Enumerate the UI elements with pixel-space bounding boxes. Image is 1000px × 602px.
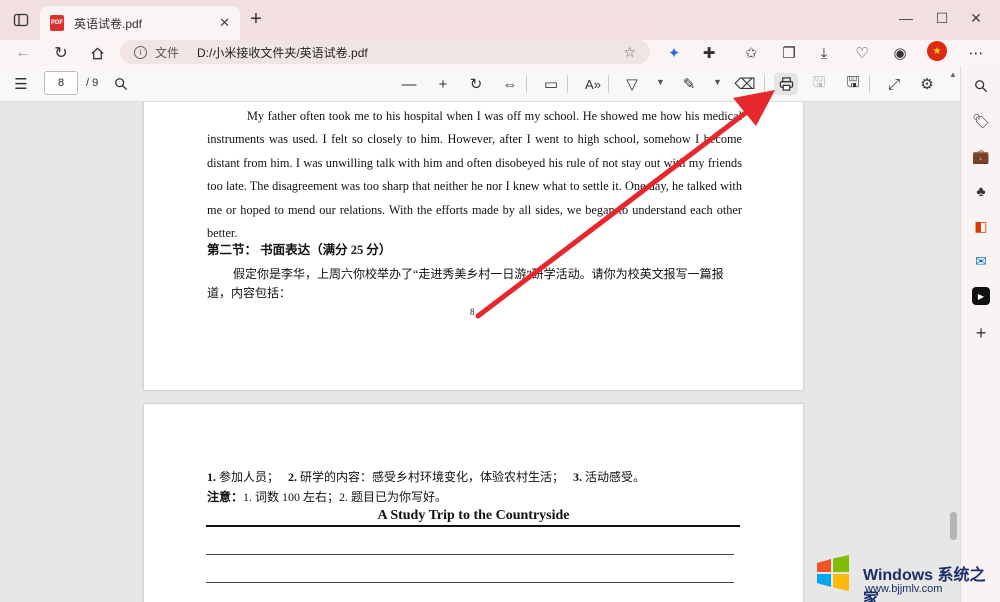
fullscreen-icon[interactable]: ⤢ bbox=[883, 74, 905, 94]
req-3-number: 3. bbox=[573, 470, 583, 484]
note-label: 注意： bbox=[207, 490, 244, 504]
info-icon[interactable]: i bbox=[134, 45, 147, 59]
save-icon[interactable]: 🖫 bbox=[808, 74, 830, 94]
tools-briefcase-icon[interactable]: 💼 bbox=[972, 147, 990, 165]
office-icon[interactable]: ◧ bbox=[972, 217, 990, 235]
pdf-page-8: My father often took me to his hospital … bbox=[144, 102, 803, 390]
minimize-icon[interactable]: — bbox=[896, 10, 916, 26]
pdf-icon: PDF bbox=[50, 15, 64, 31]
req-2-text: 研学的内容：感受乡村环境变化，体验农村生活； bbox=[297, 470, 565, 484]
read-aloud-icon[interactable]: A» bbox=[582, 74, 604, 94]
writing-line bbox=[206, 582, 734, 583]
home-icon[interactable] bbox=[86, 43, 108, 63]
site-label: 文件 bbox=[155, 45, 180, 60]
draw-dropdown-icon[interactable]: ▼ bbox=[713, 77, 722, 87]
extensions-puzzle-icon[interactable]: ✚ bbox=[698, 43, 720, 63]
windows-logo-icon bbox=[817, 555, 849, 591]
note-text: 1. 词数 100 左右；2. 题目已为你写好。 bbox=[243, 490, 448, 504]
title-underline bbox=[206, 525, 740, 527]
scroll-up-icon[interactable]: ▲ bbox=[949, 70, 957, 79]
address-bar-row: ← ↻ i 文件 D:/小米接收文件夹/英语试卷.pdf ☆ ✦ ✚ ✩ ❐ ⤓… bbox=[0, 40, 1000, 66]
essay-title: A Study Trip to the Countryside bbox=[377, 508, 570, 523]
requirements-line: 1. 参加人员； 2. 研学的内容：感受乡村环境变化，体验农村生活； 3. 活动… bbox=[207, 468, 645, 485]
edge-sidebar: 🏷 💼 ♣ ◧ ✉ ▶ + bbox=[960, 66, 1000, 602]
settings-gear-icon[interactable]: ⚙ bbox=[916, 74, 938, 94]
english-paragraph: My father often took me to his hospital … bbox=[207, 109, 742, 241]
address-bar[interactable]: i 文件 D:/小米接收文件夹/英语试卷.pdf ☆ bbox=[120, 40, 650, 64]
table-of-contents-icon[interactable]: ☰ bbox=[10, 74, 32, 94]
print-icon[interactable] bbox=[774, 73, 798, 95]
close-window-icon[interactable]: ✕ bbox=[966, 10, 986, 27]
new-tab-icon[interactable]: + bbox=[246, 8, 266, 30]
refresh-icon[interactable]: ↻ bbox=[50, 43, 72, 63]
save-as-icon[interactable]: 🖫 bbox=[842, 74, 864, 94]
sidebar-search-icon[interactable] bbox=[972, 77, 990, 95]
games-icon[interactable]: ♣ bbox=[972, 182, 990, 200]
writing-task-text: 假定你是李华，上周六你校举办了“走进秀美乡村一日游”研学活动。请你为校英文报写一… bbox=[207, 267, 724, 300]
page-number-label: 8 bbox=[470, 307, 475, 317]
highlight-icon[interactable]: ▽ bbox=[621, 74, 643, 94]
downloads-icon[interactable]: ⤓ bbox=[813, 43, 835, 63]
toolbar-divider bbox=[869, 75, 870, 93]
tab-title: 英语试卷.pdf bbox=[74, 16, 143, 31]
outlook-icon[interactable]: ✉ bbox=[972, 252, 990, 270]
writing-line bbox=[206, 554, 734, 555]
req-2-number: 2. bbox=[288, 470, 298, 484]
watermark-title: Windows 系统之家 bbox=[863, 567, 986, 602]
req-1-number: 1. bbox=[207, 470, 216, 484]
req-3-text: 活动感受。 bbox=[582, 470, 646, 484]
workspaces-icon[interactable] bbox=[12, 11, 30, 29]
note-line: 注意：1. 词数 100 左右；2. 题目已为你写好。 bbox=[207, 488, 447, 505]
back-icon[interactable]: ← bbox=[12, 43, 34, 63]
rotate-icon[interactable]: ↻ bbox=[465, 74, 487, 94]
pdf-viewer[interactable]: My father often took me to his hospital … bbox=[0, 102, 946, 602]
collections-icon[interactable]: ❐ bbox=[778, 43, 800, 63]
page-number-input[interactable]: 8 bbox=[44, 71, 78, 95]
sidebar-add-icon[interactable]: + bbox=[972, 323, 990, 343]
shopping-tag-icon[interactable]: 🏷 bbox=[972, 112, 990, 130]
zoom-in-icon[interactable]: + bbox=[432, 74, 454, 94]
tab-active[interactable]: PDF 英语试卷.pdf ✕ bbox=[40, 6, 240, 40]
url-text[interactable]: D:/小米接收文件夹/英语试卷.pdf bbox=[197, 44, 623, 61]
draw-icon[interactable]: ✎ bbox=[678, 74, 700, 94]
scrollbar-thumb[interactable] bbox=[950, 512, 957, 540]
performance-icon[interactable]: ♡ bbox=[851, 43, 873, 63]
toolbar-divider bbox=[608, 75, 609, 93]
toolbar-divider bbox=[526, 75, 527, 93]
favorite-add-icon[interactable]: ☆ bbox=[623, 44, 636, 61]
tab-bar: PDF 英语试卷.pdf ✕ + — ☐ ✕ bbox=[0, 0, 1000, 40]
eraser-icon[interactable]: ⌫ bbox=[734, 74, 756, 94]
maximize-icon[interactable]: ☐ bbox=[932, 10, 952, 27]
pdf-toolbar: ☰ 8 / 9 — + ↻ ⇔ ▭ A» ▽ ▼ ✎ ▼ ⌫ 🖫 🖫 ⤢ ⚙ bbox=[0, 66, 960, 102]
more-options-icon[interactable]: ⋯ bbox=[965, 43, 987, 63]
extension-icon[interactable]: ✦ bbox=[663, 43, 685, 63]
zoom-out-icon[interactable]: — bbox=[398, 74, 420, 94]
close-tab-icon[interactable]: ✕ bbox=[219, 15, 230, 31]
page-view-icon[interactable]: ▭ bbox=[540, 74, 562, 94]
toolbar-divider bbox=[764, 75, 765, 93]
toolbar-divider bbox=[567, 75, 568, 93]
req-1-text: 参加人员； bbox=[216, 470, 280, 484]
site-watermark: Windows 系统之家 www.bjjmlv.com bbox=[805, 545, 1000, 602]
youtube-icon[interactable]: ▶ bbox=[972, 287, 990, 305]
search-icon[interactable] bbox=[110, 74, 132, 94]
profile-avatar-icon[interactable]: ★ bbox=[927, 41, 947, 61]
page-total: / 9 bbox=[86, 77, 99, 89]
fit-to-page-icon[interactable]: ⇔ bbox=[499, 74, 521, 94]
favorites-icon[interactable]: ✩ bbox=[740, 43, 762, 63]
section-heading: 第二节： 书面表达（满分 25 分） bbox=[207, 243, 392, 257]
watermark-url: www.bjjmlv.com bbox=[865, 583, 943, 595]
browser-essentials-icon[interactable]: ◉ bbox=[889, 43, 911, 63]
pdf-page-9: 1. 参加人员； 2. 研学的内容：感受乡村环境变化，体验农村生活； 3. 活动… bbox=[144, 404, 803, 602]
highlight-dropdown-icon[interactable]: ▼ bbox=[656, 77, 665, 87]
